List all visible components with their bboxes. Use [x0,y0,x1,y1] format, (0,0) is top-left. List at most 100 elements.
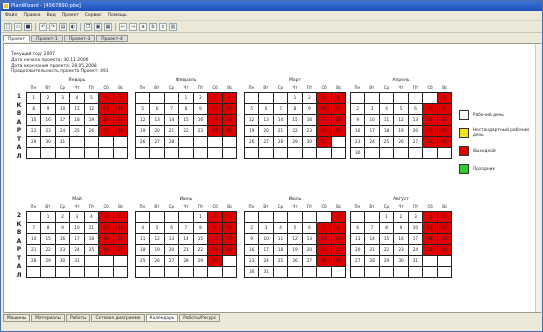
day-cell[interactable]: 29 [379,256,395,267]
empty-cell[interactable] [164,148,180,159]
day-cell[interactable]: 4 [423,212,438,223]
day-cell[interactable]: 5 [245,104,260,115]
day-cell[interactable]: 17 [317,115,332,126]
day-cell[interactable]: 1 [179,93,194,104]
menu-file[interactable]: Файл [5,11,17,20]
empty-cell[interactable] [423,256,438,267]
empty-cell[interactable] [259,212,274,223]
day-cell[interactable]: 11 [273,234,289,245]
tab-project[interactable]: Проект [3,35,31,42]
empty-cell[interactable] [193,267,209,278]
day-cell[interactable]: 2 [302,93,318,104]
day-cell[interactable]: 10 [408,223,424,234]
copy-icon[interactable]: ❐ [84,22,92,31]
empty-cell[interactable] [245,148,260,159]
paste-icon[interactable]: ▣ [94,22,102,31]
day-cell[interactable]: 2 [41,93,56,104]
day-cell[interactable]: 31 [317,137,332,148]
day-cell[interactable]: 26 [288,256,303,267]
day-cell[interactable]: 20 [113,234,128,245]
empty-cell[interactable] [437,267,452,278]
empty-cell[interactable] [136,267,151,278]
new-icon[interactable]: □ [4,22,12,31]
empty-cell[interactable] [351,212,366,223]
empty-cell[interactable] [208,137,223,148]
day-cell[interactable]: 1 [193,212,209,223]
day-cell[interactable]: 6 [259,104,274,115]
day-cell[interactable]: 13 [113,223,128,234]
day-cell[interactable]: 8 [179,104,194,115]
empty-cell[interactable] [84,137,100,148]
day-cell[interactable]: 10 [317,104,332,115]
empty-cell[interactable] [179,212,194,223]
day-cell[interactable]: 25 [136,256,151,267]
bottom-tab[interactable]: Календарь [145,314,179,322]
day-cell[interactable]: 13 [408,115,424,126]
empty-cell[interactable] [208,267,223,278]
empty-cell[interactable] [331,137,346,148]
empty-cell[interactable] [150,267,165,278]
day-cell[interactable]: 5 [99,212,114,223]
day-cell[interactable]: 14 [317,234,332,245]
empty-cell[interactable] [179,267,194,278]
day-cell[interactable]: 14 [113,104,128,115]
day-cell[interactable]: 20 [259,126,274,137]
day-cell[interactable]: 22 [379,245,395,256]
day-cell[interactable]: 22 [179,126,194,137]
empty-cell[interactable] [164,93,180,104]
day-cell[interactable]: 1 [41,212,56,223]
empty-cell[interactable] [408,148,424,159]
chart-icon[interactable]: ▥ [169,22,177,31]
empty-cell[interactable] [259,93,274,104]
undo-icon[interactable]: ↶ [39,22,47,31]
empty-cell[interactable] [437,148,452,159]
day-cell[interactable]: 3 [259,223,274,234]
day-cell[interactable]: 5 [150,223,165,234]
day-cell[interactable]: 28 [113,126,128,137]
day-cell[interactable]: 15 [27,115,42,126]
day-cell[interactable]: 28 [317,256,332,267]
day-cell[interactable]: 10 [222,223,237,234]
empty-cell[interactable] [408,267,424,278]
day-cell[interactable]: 17 [365,126,380,137]
empty-cell[interactable] [222,137,237,148]
day-cell[interactable]: 31 [408,256,424,267]
day-cell[interactable]: 30 [245,267,260,278]
day-cell[interactable]: 23 [193,126,209,137]
empty-cell[interactable] [317,148,332,159]
day-cell[interactable]: 15 [331,234,346,245]
empty-cell[interactable] [136,212,151,223]
text-b-icon[interactable]: b [149,22,157,31]
empty-cell[interactable] [273,212,289,223]
day-cell[interactable]: 3 [222,212,237,223]
bottom-tab[interactable]: Работы/Ресурс [179,314,221,322]
day-cell[interactable]: 24 [70,245,85,256]
day-cell[interactable]: 2 [55,212,71,223]
day-cell[interactable]: 10 [208,104,223,115]
day-cell[interactable]: 19 [136,126,151,137]
day-cell[interactable]: 6 [351,223,366,234]
empty-cell[interactable] [302,212,318,223]
day-cell[interactable]: 7 [27,223,42,234]
day-cell[interactable]: 14 [365,234,380,245]
day-cell[interactable]: 10 [259,234,274,245]
day-cell[interactable]: 19 [394,126,409,137]
day-cell[interactable]: 21 [423,126,438,137]
empty-cell[interactable] [113,148,128,159]
day-cell[interactable]: 6 [164,223,180,234]
day-cell[interactable]: 26 [136,137,151,148]
day-cell[interactable]: 18 [84,234,100,245]
day-cell[interactable]: 12 [99,223,114,234]
day-cell[interactable]: 21 [317,245,332,256]
day-cell[interactable]: 13 [351,234,366,245]
open-icon[interactable]: ▭ [14,22,22,31]
tab-project-4[interactable]: Проект-4 [96,35,128,42]
day-cell[interactable]: 16 [351,126,366,137]
day-cell[interactable]: 9 [41,104,56,115]
day-cell[interactable]: 16 [302,115,318,126]
empty-cell[interactable] [365,148,380,159]
day-cell[interactable]: 27 [150,137,165,148]
day-cell[interactable]: 10 [365,115,380,126]
day-cell[interactable]: 21 [273,126,289,137]
day-cell[interactable]: 9 [208,223,223,234]
